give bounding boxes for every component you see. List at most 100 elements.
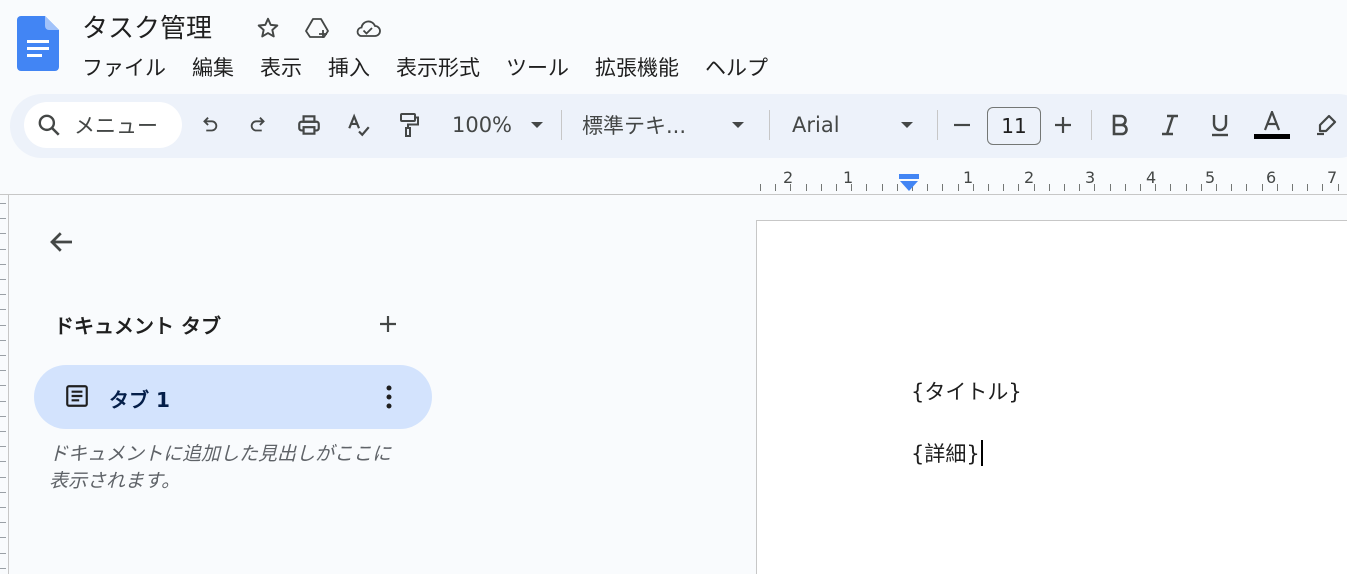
ruler-tick xyxy=(0,537,6,539)
ruler-tick xyxy=(0,324,6,326)
paragraph-style-select[interactable]: 標準テキ... xyxy=(582,108,752,142)
redo-icon[interactable] xyxy=(246,108,272,142)
tab-item-1[interactable]: タブ 1 xyxy=(34,365,432,429)
text-color-swatch xyxy=(1254,134,1290,139)
ruler-tick xyxy=(0,552,6,554)
ruler-label: 1 xyxy=(963,168,974,187)
text-color-icon xyxy=(1263,111,1281,131)
ruler-tick xyxy=(0,522,6,524)
ruler-tick xyxy=(851,184,853,191)
ruler-tick xyxy=(1200,184,1202,191)
ruler-tick xyxy=(1094,184,1096,191)
cloud-saved-icon[interactable] xyxy=(352,12,384,44)
horizontal-ruler[interactable]: 2 1 1 2 3 4 5 6 7 xyxy=(757,166,1347,194)
paint-format-icon[interactable] xyxy=(394,108,424,142)
ruler-tick xyxy=(881,184,883,191)
toolbar-divider xyxy=(937,110,938,140)
paragraph-style-value: 標準テキ... xyxy=(582,114,687,138)
undo-icon[interactable] xyxy=(196,108,222,142)
star-icon[interactable] xyxy=(252,12,284,44)
menu-help[interactable]: ヘルプ xyxy=(692,52,781,82)
zoom-select[interactable]: 100% xyxy=(446,108,550,142)
ruler-tick xyxy=(0,491,6,493)
increase-font-size-icon[interactable] xyxy=(1051,108,1075,142)
highlight-icon[interactable] xyxy=(1312,108,1340,142)
ruler-tick xyxy=(0,385,6,387)
font-size-input[interactable]: 11 xyxy=(987,107,1041,145)
back-arrow-icon[interactable] xyxy=(42,222,82,262)
ruler-tick xyxy=(0,507,6,508)
menu-file[interactable]: ファイル xyxy=(82,52,179,82)
ruler-tick xyxy=(942,184,944,191)
ruler-tick xyxy=(805,184,807,191)
add-tab-button[interactable] xyxy=(372,308,404,340)
ruler-tick xyxy=(1155,184,1157,191)
menu-tools[interactable]: ツール xyxy=(493,52,582,82)
menu-view[interactable]: 表示 xyxy=(247,52,315,82)
ruler-label: 7 xyxy=(1327,168,1338,187)
ruler-tick xyxy=(1124,184,1126,191)
menu-insert[interactable]: 挿入 xyxy=(315,52,383,82)
document-icon xyxy=(64,383,90,413)
ruler-tick xyxy=(760,184,761,191)
indent-marker-icon[interactable] xyxy=(899,174,919,196)
menu-edit[interactable]: 編集 xyxy=(179,52,247,82)
ruler-tick xyxy=(0,461,6,463)
vertical-ruler[interactable] xyxy=(0,195,9,574)
ruler-tick xyxy=(1003,184,1005,191)
ruler-tick xyxy=(775,184,777,191)
ruler-tick xyxy=(1337,184,1339,191)
menu-format[interactable]: 表示形式 xyxy=(383,52,493,82)
ruler-tick xyxy=(820,184,822,191)
plus-icon xyxy=(380,316,396,332)
ruler-tick xyxy=(1018,184,1020,191)
ruler-tick xyxy=(0,415,6,417)
move-to-drive-icon[interactable] xyxy=(302,12,334,44)
document-page[interactable]: {タイトル} {詳細} xyxy=(756,220,1347,574)
ruler-tick xyxy=(0,233,6,235)
ruler-tick xyxy=(972,184,974,191)
ruler-tick xyxy=(1170,184,1172,191)
ruler-tick xyxy=(0,400,6,402)
ruler-tick xyxy=(0,263,6,265)
ruler-baseline xyxy=(0,194,1347,195)
chevron-down-icon xyxy=(531,122,544,128)
text-color-button[interactable] xyxy=(1254,108,1290,142)
ruler-label: 6 xyxy=(1266,168,1277,187)
paragraph-details-text: {詳細} xyxy=(911,442,980,466)
ruler-tick xyxy=(836,184,837,191)
ruler-tick xyxy=(0,370,6,372)
ruler-tick xyxy=(1033,184,1035,191)
search-menus-box[interactable]: メニュー xyxy=(24,102,182,148)
ruler-tick xyxy=(0,294,6,296)
paragraph-title[interactable]: {タイトル} xyxy=(911,376,1022,406)
more-vert-icon[interactable] xyxy=(378,381,400,413)
tab-label: タブ 1 xyxy=(109,388,170,412)
ruler-tick xyxy=(866,184,868,191)
ruler-tick xyxy=(1261,184,1263,191)
ruler-tick xyxy=(1185,184,1187,191)
docs-logo[interactable] xyxy=(17,16,59,71)
document-tabs-heading: ドキュメント タブ xyxy=(54,314,221,338)
ruler-tick xyxy=(1079,184,1081,191)
font-select[interactable]: Arial xyxy=(792,108,920,142)
ruler-tick xyxy=(927,184,929,191)
ruler-tick xyxy=(1307,184,1309,191)
menu-extensions[interactable]: 拡張機能 xyxy=(582,52,692,82)
ruler-tick xyxy=(1322,184,1324,191)
ruler-label: 2 xyxy=(783,168,794,187)
paragraph-details[interactable]: {詳細} xyxy=(911,438,983,468)
spellcheck-icon[interactable] xyxy=(344,108,374,142)
document-title[interactable]: タスク管理 xyxy=(82,8,212,45)
ruler-tick xyxy=(1064,184,1065,191)
search-icon xyxy=(38,114,60,136)
decrease-font-size-icon[interactable] xyxy=(950,108,974,142)
search-menus-label: メニュー xyxy=(74,114,158,138)
ruler-tick xyxy=(0,309,6,311)
toolbar-divider xyxy=(769,110,770,140)
bold-icon[interactable] xyxy=(1106,108,1134,142)
ruler-tick xyxy=(0,279,6,280)
underline-icon[interactable] xyxy=(1206,108,1234,142)
italic-icon[interactable] xyxy=(1156,108,1184,142)
print-icon[interactable] xyxy=(294,108,324,142)
